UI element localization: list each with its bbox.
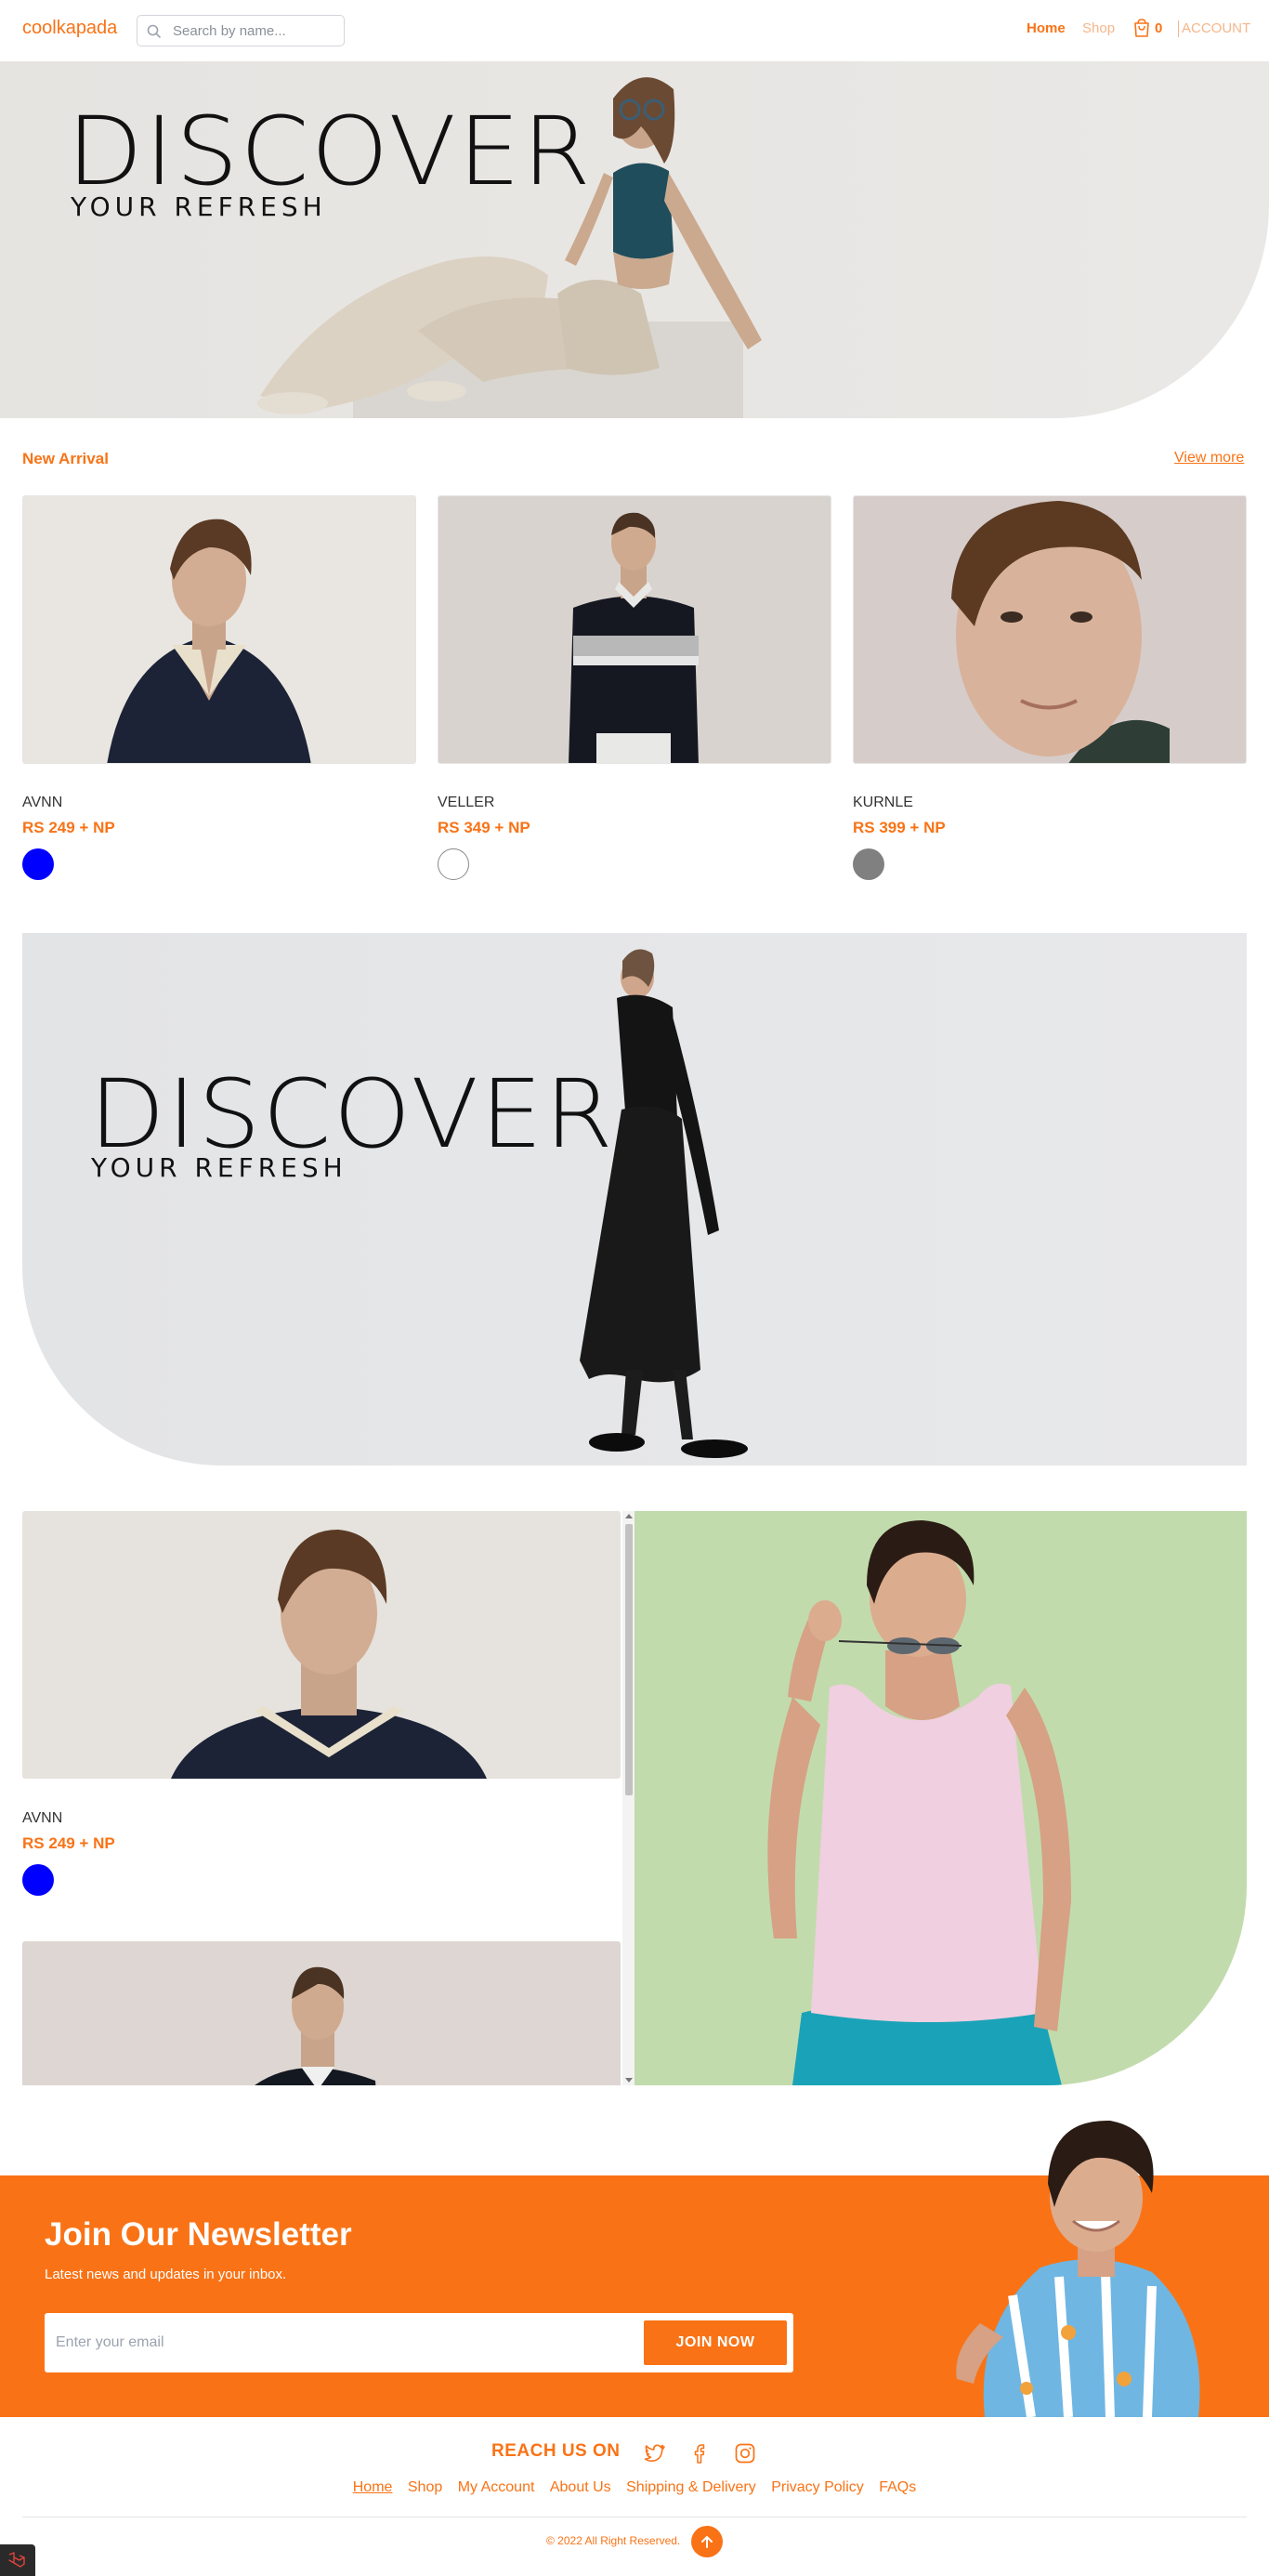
newsletter-form: JOIN NOW [45, 2313, 793, 2372]
scroll-down-arrow-icon[interactable] [625, 2078, 633, 2083]
model-portrait-4 [171, 1530, 487, 1779]
color-swatch[interactable] [438, 848, 469, 880]
product-name[interactable]: AVNN [22, 795, 62, 811]
search-input[interactable] [173, 21, 338, 40]
footer-link-my-account[interactable]: My Account [458, 2479, 535, 2495]
scrollbar-thumb[interactable] [625, 1524, 633, 1795]
product-price: RS 349 + NP [438, 819, 530, 836]
product-card[interactable]: VELLER RS 349 + NP [438, 495, 831, 880]
color-swatch[interactable] [22, 1864, 54, 1896]
product-card[interactable]: KURNLE RS 399 + NP [853, 495, 1247, 880]
model-portrait-5 [255, 1966, 376, 2085]
logo[interactable]: coolkapada [22, 18, 117, 39]
nav-shop[interactable]: Shop [1082, 20, 1115, 36]
reach-us-title: REACH US ON [491, 2441, 621, 2461]
product-price: RS 399 + NP [853, 819, 946, 836]
newsletter-model-photo [929, 2109, 1236, 2417]
hero-banner-top[interactable]: DISCOVER YOUR REFRESH [0, 61, 1269, 418]
instagram-icon[interactable] [733, 2441, 757, 2465]
search-icon [147, 24, 162, 39]
promo-banner-green[interactable] [634, 1511, 1247, 2085]
new-arrival-title: New Arrival [22, 450, 109, 467]
shopping-bag-icon [1134, 19, 1149, 37]
search-box[interactable] [137, 15, 345, 46]
product-card[interactable]: AVNN RS 249 + NP [22, 495, 416, 880]
join-now-button[interactable]: JOIN NOW [644, 2320, 787, 2365]
model-portrait-2 [569, 512, 699, 763]
twitter-icon[interactable] [643, 2441, 667, 2465]
footer-link-home[interactable]: Home [353, 2479, 393, 2495]
product-image[interactable] [438, 495, 831, 764]
hero-tagline: YOUR REFRESH [91, 1152, 347, 1183]
cart-button[interactable]: 0 [1132, 17, 1162, 39]
laravel-logo-icon [8, 2552, 25, 2568]
model-seated-photo [257, 77, 762, 418]
back-to-top-button[interactable] [691, 2526, 723, 2557]
copyright-text: © 2022 All Right Reserved. [546, 2534, 681, 2547]
site-header: coolkapada Home Shop 0 ACCOUNT [0, 0, 1269, 61]
footer-link-faqs[interactable]: FAQs [879, 2479, 916, 2495]
product-image[interactable] [853, 495, 1247, 764]
model-closeup-3 [951, 501, 1170, 763]
footer-link-shipping-delivery[interactable]: Shipping & Delivery [626, 2479, 756, 2495]
color-swatch[interactable] [22, 848, 54, 880]
account-link[interactable]: ACCOUNT [1178, 20, 1250, 37]
product-name[interactable]: VELLER [438, 795, 494, 811]
newsletter-title: Join Our Newsletter [45, 2216, 352, 2253]
email-field[interactable] [56, 2330, 613, 2356]
newsletter-subtitle: Latest news and updates in your inbox. [45, 2267, 287, 2282]
footer-link-about-us[interactable]: About Us [550, 2479, 611, 2495]
scrollbar[interactable] [622, 1511, 634, 2085]
arrow-up-icon [701, 2536, 713, 2548]
model-hawaiian-shirt-photo [956, 2120, 1200, 2417]
framework-badge[interactable] [0, 2544, 35, 2576]
product-name[interactable]: AVNN [22, 1810, 62, 1827]
product-image[interactable] [22, 495, 416, 764]
nav-home[interactable]: Home [1027, 20, 1066, 36]
cart-count: 0 [1155, 20, 1163, 36]
view-more-link[interactable]: View more [1174, 450, 1244, 467]
product-image[interactable] [22, 1941, 621, 2085]
model-portrait-1 [107, 519, 311, 763]
facebook-icon[interactable] [687, 2441, 712, 2465]
hero-banner-middle[interactable]: DISCOVER YOUR REFRESH [22, 933, 1247, 1465]
footer-link-privacy-policy[interactable]: Privacy Policy [771, 2479, 864, 2495]
footer-nav: Home Shop My Account About Us Shipping &… [0, 2479, 1269, 2496]
scroll-up-arrow-icon[interactable] [625, 1514, 633, 1518]
model-tank-top-photo [767, 1520, 1071, 2085]
model-walking-photo [580, 949, 748, 1458]
product-price: RS 249 + NP [22, 1834, 115, 1852]
footer-link-shop[interactable]: Shop [408, 2479, 442, 2495]
featured-scroll-list[interactable]: AVNN RS 249 + NP [22, 1511, 634, 2085]
product-image[interactable] [22, 1511, 621, 1779]
color-swatch[interactable] [853, 848, 884, 880]
product-price: RS 249 + NP [22, 819, 115, 836]
product-name[interactable]: KURNLE [853, 795, 913, 811]
